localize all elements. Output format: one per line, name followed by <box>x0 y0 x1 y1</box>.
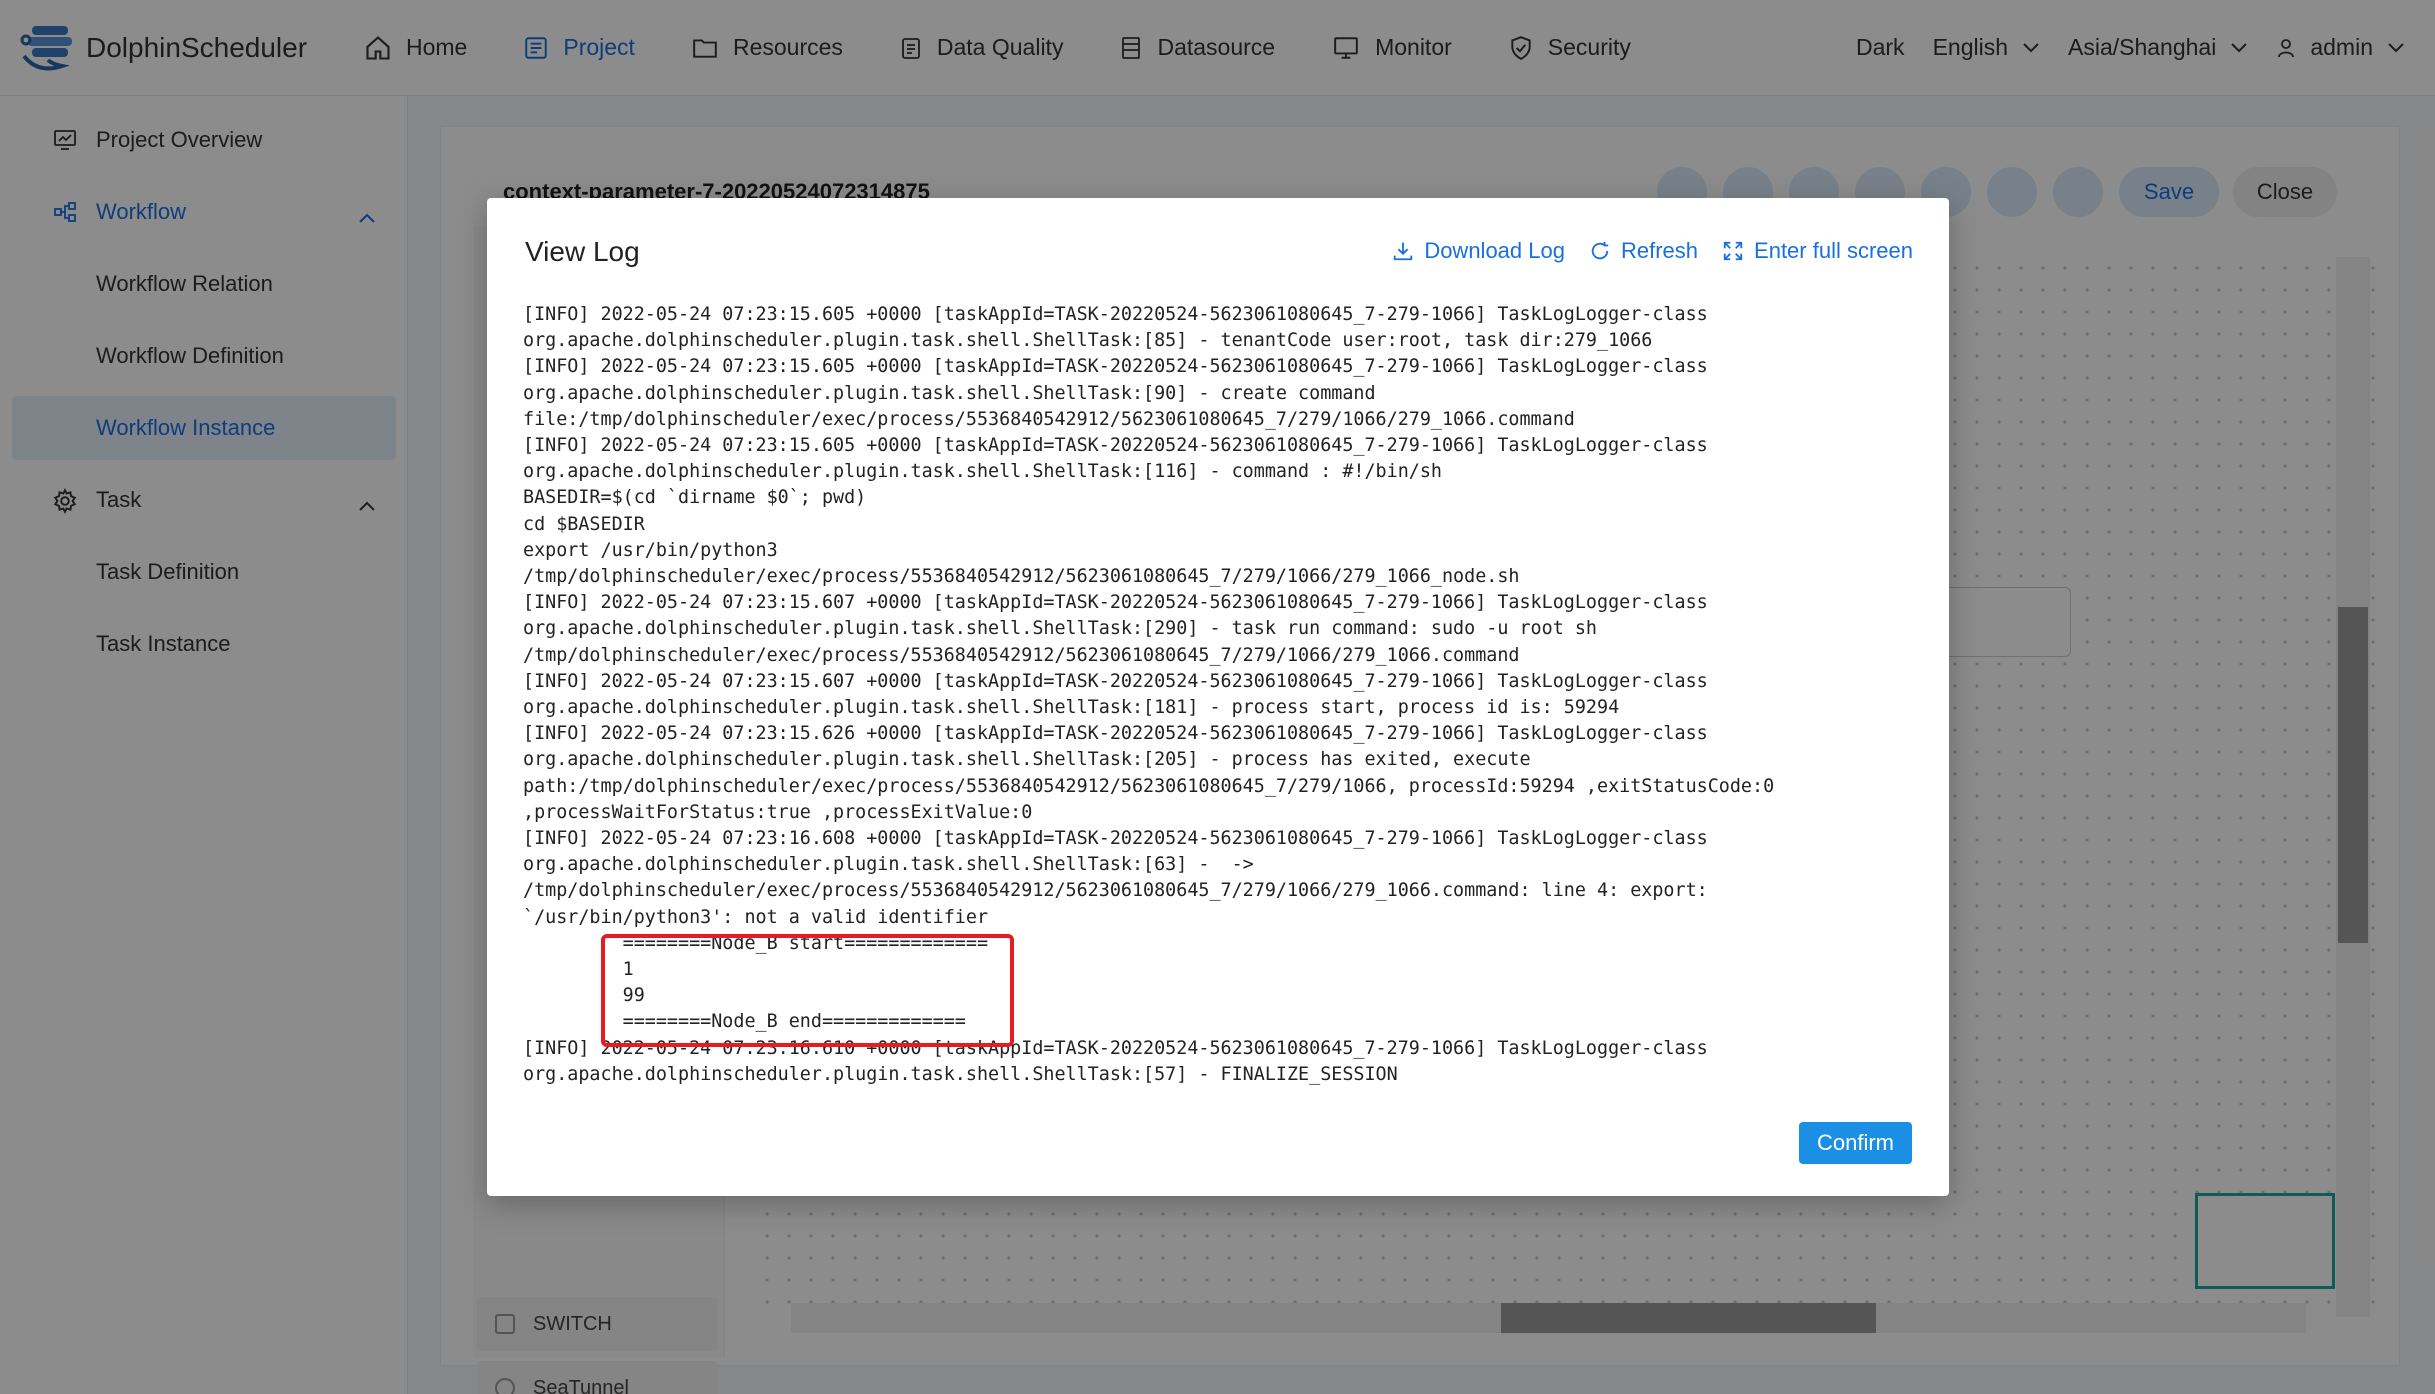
log-line: cd $BASEDIR <box>523 513 645 535</box>
log-line: [INFO] 2022-05-24 07:23:16.608 +0000 [ta… <box>523 828 1708 850</box>
log-line: [INFO] 2022-05-24 07:23:15.605 +0000 [ta… <box>523 356 1708 378</box>
log-line: org.apache.dolphinscheduler.plugin.task.… <box>523 330 1653 352</box>
log-line: /tmp/dolphinscheduler/exec/process/55368… <box>523 880 1708 902</box>
modal-actions: Download Log Refresh Enter full screen <box>1368 238 1913 264</box>
log-line: org.apache.dolphinscheduler.plugin.task.… <box>523 697 1620 719</box>
highlight-annotation <box>601 934 1014 1047</box>
log-line: /tmp/dolphinscheduler/exec/process/55368… <box>523 566 1520 588</box>
log-line: export /usr/bin/python3 <box>523 539 778 561</box>
log-line: org.apache.dolphinscheduler.plugin.task.… <box>523 618 1597 640</box>
log-line: ,processWaitForStatus:true ,processExitV… <box>523 801 1033 823</box>
log-line: [INFO] 2022-05-24 07:23:15.626 +0000 [ta… <box>523 723 1708 745</box>
log-line: file:/tmp/dolphinscheduler/exec/process/… <box>523 408 1575 430</box>
modal-title: View Log <box>525 236 640 267</box>
log-line: org.apache.dolphinscheduler.plugin.task.… <box>523 1063 1398 1085</box>
log-line: BASEDIR=$(cd `dirname $0`; pwd) <box>523 487 867 509</box>
fullscreen-button[interactable]: Enter full screen <box>1722 238 1913 264</box>
log-line: `/usr/bin/python3': not a valid identifi… <box>523 906 989 928</box>
log-line: org.apache.dolphinscheduler.plugin.task.… <box>523 749 1531 771</box>
log-line: org.apache.dolphinscheduler.plugin.task.… <box>523 382 1376 404</box>
confirm-button[interactable]: Confirm <box>1799 1122 1912 1164</box>
log-line: path:/tmp/dolphinscheduler/exec/process/… <box>523 775 1775 797</box>
fullscreen-label: Enter full screen <box>1754 238 1913 263</box>
download-log-label: Download Log <box>1424 238 1565 263</box>
log-line: org.apache.dolphinscheduler.plugin.task.… <box>523 461 1442 483</box>
log-line: org.apache.dolphinscheduler.plugin.task.… <box>523 854 1254 876</box>
download-log-button[interactable]: Download Log <box>1392 238 1565 264</box>
refresh-icon <box>1591 241 1609 260</box>
log-line: [INFO] 2022-05-24 07:23:15.607 +0000 [ta… <box>523 592 1708 614</box>
download-icon <box>1394 242 1413 261</box>
log-line: [INFO] 2022-05-24 07:23:15.605 +0000 [ta… <box>523 435 1708 457</box>
refresh-button[interactable]: Refresh <box>1589 238 1698 264</box>
log-line: [INFO] 2022-05-24 07:23:15.605 +0000 [ta… <box>523 304 1708 325</box>
refresh-label: Refresh <box>1620 238 1699 263</box>
log-line: [INFO] 2022-05-24 07:23:15.607 +0000 [ta… <box>523 670 1708 692</box>
fullscreen-icon <box>1723 241 1743 261</box>
log-line: /tmp/dolphinscheduler/exec/process/55368… <box>523 644 1520 666</box>
